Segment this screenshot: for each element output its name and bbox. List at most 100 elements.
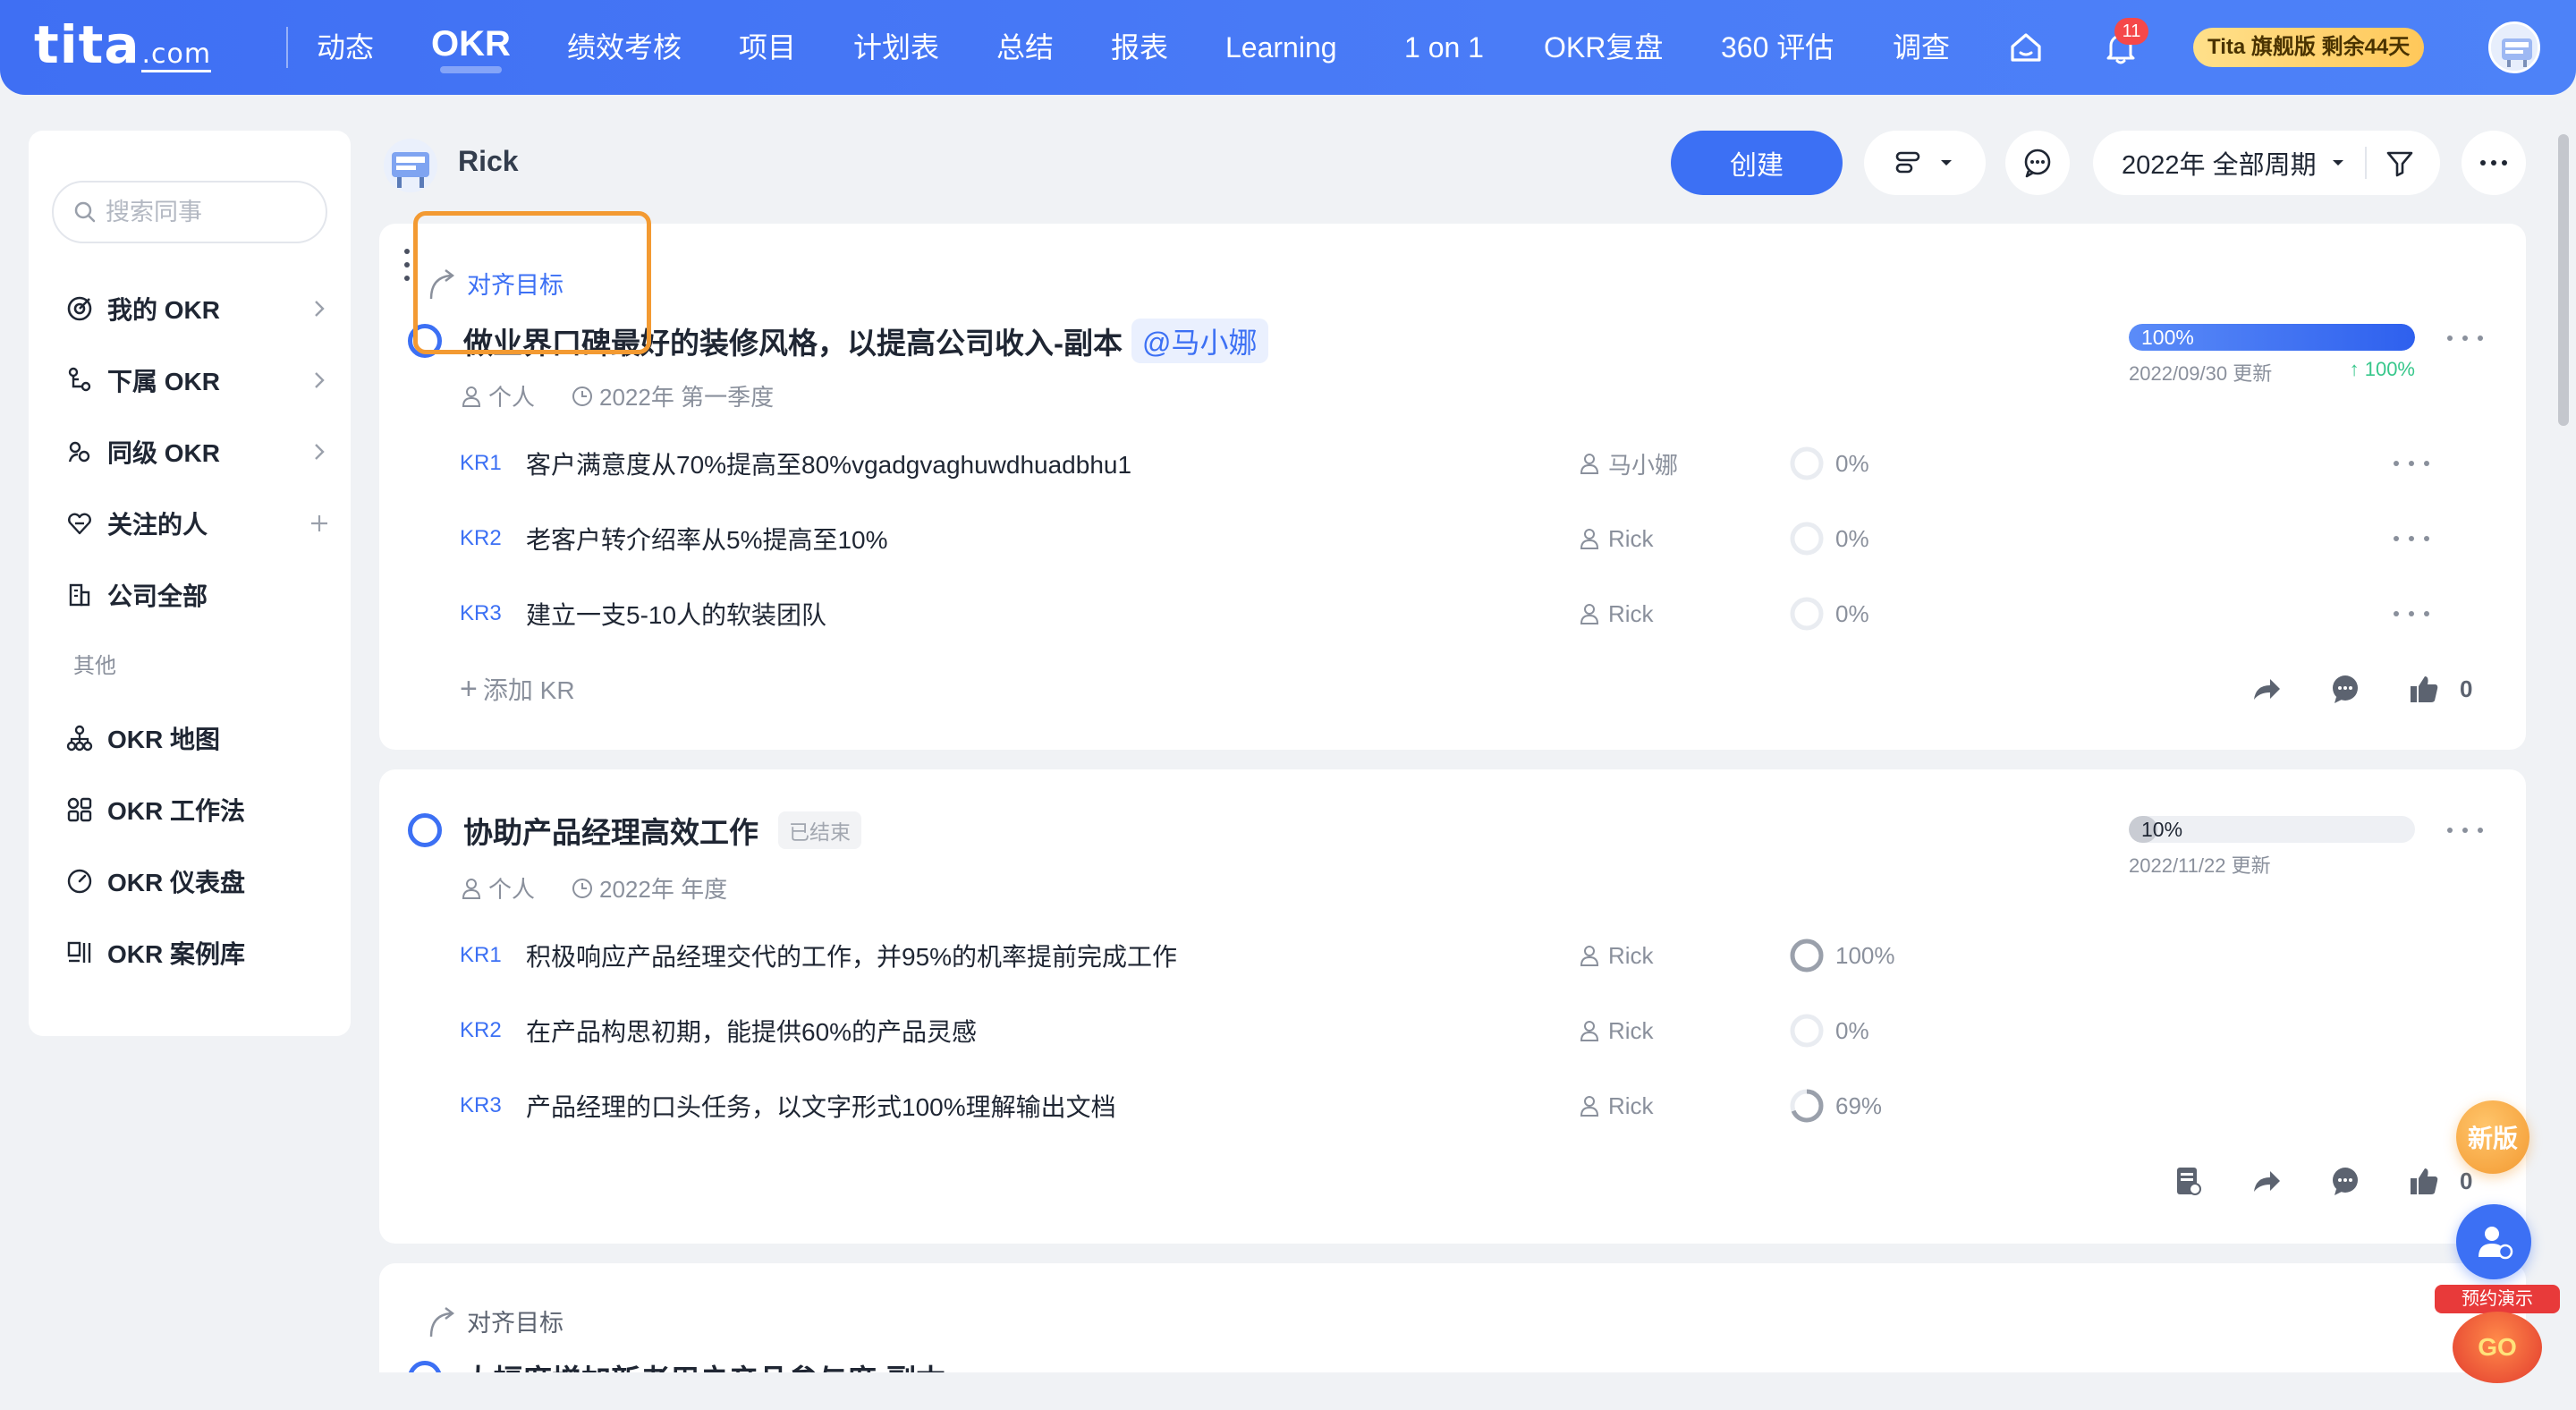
create-button[interactable]: 创建 — [1671, 131, 1843, 195]
caret-down-icon — [1941, 160, 1952, 166]
nav-item-360-review[interactable]: 360 评估 — [1721, 27, 1834, 68]
sidebar-item-company-all[interactable]: 公司全部 — [64, 573, 333, 617]
nav-item-feed[interactable]: 动态 — [317, 27, 374, 68]
kr-progress[interactable]: 0% — [1789, 1013, 1869, 1049]
progress-ring-icon — [1790, 939, 1824, 973]
kr-more-button[interactable] — [2394, 603, 2429, 624]
nav-item-summary[interactable]: 总结 — [996, 27, 1054, 68]
kr-row[interactable]: KR3 产品经理的口头任务，以文字形式100%理解输出文档 Rick 69% — [460, 1086, 2454, 1125]
align-target-label: 对齐目标 — [467, 1309, 564, 1337]
book-demo-label: 预约演示 — [2435, 1285, 2560, 1313]
sidebar-item-okr-method[interactable]: OKR 工作法 — [64, 787, 333, 832]
plus-icon[interactable] — [306, 510, 333, 537]
filter-icon[interactable] — [2385, 148, 2415, 178]
kr-progress[interactable]: 100% — [1789, 938, 1895, 973]
card-actions: 0 — [2166, 1159, 2472, 1202]
drag-handle[interactable] — [404, 249, 413, 281]
comments-button[interactable] — [2005, 131, 2070, 195]
sidebar-item-okr-library[interactable]: OKR 案例库 — [64, 930, 333, 975]
objective-period: 2022年 第一季度 — [571, 379, 774, 412]
kr-more-button[interactable] — [2394, 453, 2429, 474]
nav-item-one-on-one[interactable]: 1 on 1 — [1404, 27, 1484, 68]
nav-item-projects[interactable]: 项目 — [739, 27, 796, 68]
comment-icon[interactable] — [2324, 1159, 2367, 1202]
nav-item-plans[interactable]: 计划表 — [853, 27, 939, 68]
kr-code: KR3 — [460, 1093, 502, 1117]
sidebar-item-my-okr[interactable]: 我的 OKR — [64, 286, 333, 331]
kr-owner: Rick — [1578, 1092, 1654, 1120]
user-avatar[interactable] — [2488, 21, 2540, 73]
target-icon — [64, 293, 95, 324]
kr-row[interactable]: KR3 建立一支5-10人的软装团队 Rick 0% — [460, 594, 2454, 633]
kr-row[interactable]: KR2 老客户转介绍率从5%提高至10% Rick 0% — [460, 519, 2454, 558]
new-version-button[interactable]: 新版 — [2456, 1100, 2529, 1174]
page-user-name: Rick — [458, 145, 519, 177]
search-input[interactable] — [106, 198, 320, 226]
share-icon[interactable] — [2245, 1159, 2288, 1202]
period-filter[interactable]: 2022年 全部周期 — [2093, 131, 2440, 195]
sidebar-item-following[interactable]: 关注的人 — [64, 501, 333, 546]
thumbs-up-icon[interactable] — [2402, 667, 2445, 710]
objective-more-button[interactable] — [2447, 327, 2483, 349]
caret-down-icon — [2332, 160, 2343, 166]
plus-icon: + — [460, 671, 478, 706]
customer-service-button[interactable] — [2456, 1204, 2531, 1279]
objective-more-button[interactable] — [2447, 820, 2483, 841]
nav-item-okr[interactable]: OKR — [431, 23, 511, 73]
kr-more-button[interactable] — [2394, 528, 2429, 549]
sidebar-item-label: OKR 案例库 — [107, 940, 246, 968]
rick-avatar — [379, 136, 442, 195]
nav-item-reports[interactable]: 报表 — [1111, 27, 1168, 68]
subordinate-icon — [64, 365, 95, 395]
ended-status-tag: 已结束 — [778, 811, 861, 849]
home-icon[interactable] — [2007, 29, 2045, 66]
nav-item-performance[interactable]: 绩效考核 — [567, 27, 682, 68]
kr-title: 老客户转介绍率从5%提高至10% — [526, 526, 888, 554]
nav-item-survey[interactable]: 调查 — [1893, 27, 1950, 68]
thumbs-up-icon[interactable] — [2402, 1159, 2445, 1202]
share-icon[interactable] — [2245, 667, 2288, 710]
person-icon — [462, 878, 481, 899]
page-bottom-edge — [0, 1372, 2576, 1410]
kr-progress[interactable]: 0% — [1789, 521, 1869, 556]
align-target-link[interactable]: 对齐目标 — [426, 1301, 564, 1340]
sidebar-item-okr-dashboard[interactable]: OKR 仪表盘 — [64, 859, 333, 904]
objective-progress[interactable]: 10% 2022/11/22 更新 — [2129, 816, 2415, 879]
person-icon — [1580, 1021, 1599, 1041]
owner-type: 个人 — [460, 379, 535, 412]
search-box[interactable] — [52, 181, 327, 243]
tita-logo[interactable]: tita.com — [34, 18, 212, 81]
page-scrollbar[interactable] — [2558, 134, 2569, 426]
kr-row[interactable]: KR2 在产品构思初期，能提供60%的产品灵感 Rick 0% — [460, 1011, 2454, 1050]
person-icon — [1580, 1096, 1599, 1117]
sidebar-item-subordinate-okr[interactable]: 下属 OKR — [64, 358, 333, 403]
sidebar-item-label: OKR 工作法 — [107, 797, 246, 825]
nav-item-learning[interactable]: Learning — [1225, 27, 1337, 68]
chevron-right-icon — [306, 295, 333, 322]
objective-title-row[interactable]: 协助产品经理高效工作 已结束 — [408, 809, 861, 852]
search-icon — [74, 201, 96, 223]
nav-item-okr-review[interactable]: OKR复盘 — [1544, 27, 1663, 68]
comment-icon[interactable] — [2324, 667, 2367, 710]
book-demo-button[interactable]: 预约演示 GO — [2435, 1285, 2560, 1383]
progress-delta: ↑ 100% — [2349, 358, 2415, 380]
document-icon[interactable] — [2166, 1159, 2209, 1202]
kr-progress[interactable]: 69% — [1789, 1088, 1882, 1124]
kr-row[interactable]: KR1 积极响应产品经理交代的工作，并95%的机率提前完成工作 Rick 100… — [460, 936, 2454, 975]
view-mode-dropdown[interactable] — [1864, 131, 1986, 195]
sidebar: 我的 OKR 下属 OKR 同级 OKR 关注的人 公司全部 其他 OKR 地图 — [29, 131, 351, 1036]
mention-tag[interactable]: @马小娜 — [1131, 319, 1268, 363]
sidebar-item-peer-okr[interactable]: 同级 OKR — [64, 429, 333, 474]
add-kr-button[interactable]: + 添加 KR — [460, 671, 575, 707]
clock-icon — [572, 386, 593, 406]
kr-row[interactable]: KR1 客户满意度从70%提高至80%vgadgvaghuwdhuadbhu1 … — [460, 444, 2454, 483]
trial-badge[interactable]: Tita 旗舰版 剩余44天 — [2193, 28, 2425, 67]
kr-owner: Rick — [1578, 942, 1654, 970]
objective-progress[interactable]: 100% 2022/09/30 更新 ↑ 100% — [2129, 324, 2415, 386]
sidebar-item-label: 公司全部 — [107, 582, 208, 610]
kr-progress[interactable]: 0% — [1789, 596, 1869, 632]
objective-title: 协助产品经理高效工作 — [463, 816, 758, 849]
sidebar-item-okr-map[interactable]: OKR 地图 — [64, 716, 333, 760]
more-options-button[interactable] — [2462, 131, 2526, 195]
kr-progress[interactable]: 0% — [1789, 446, 1869, 481]
